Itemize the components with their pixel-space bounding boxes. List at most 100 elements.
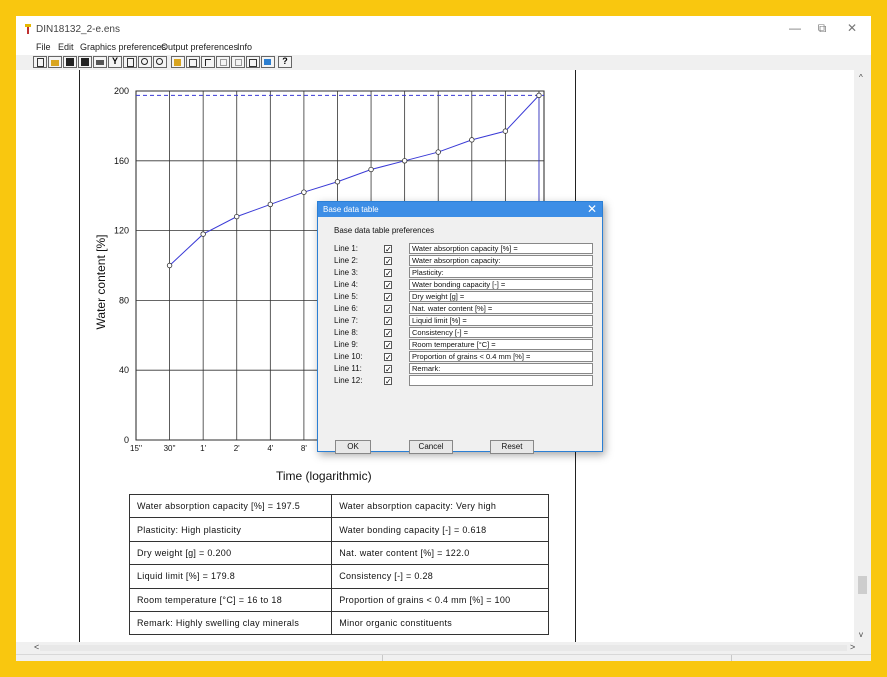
result-cell: Dry weight [g] = 0.200 <box>128 540 333 566</box>
dialog-line-row: Line 8: ✓ Consistency [-] = <box>318 327 602 338</box>
menu-bar: File Edit Graphics preferences Output pr… <box>16 42 871 55</box>
horizontal-scroll-thumb[interactable] <box>40 645 847 651</box>
line-checkbox[interactable]: ✓ <box>384 365 392 374</box>
dialog-line-row: Line 2: ✓ Water absorption capacity: <box>318 255 602 266</box>
menu-graphics-preferences[interactable]: Graphics preferences <box>80 42 166 52</box>
print-icon[interactable] <box>93 56 107 68</box>
line-checkbox[interactable]: ✓ <box>384 245 392 254</box>
fit-page-icon[interactable] <box>171 56 185 68</box>
dialog-line-row: Line 9: ✓ Room temperature [°C] = <box>318 339 602 350</box>
result-row: Liquid limit [%] = 179.8 Consistency [-] … <box>128 564 549 589</box>
line-checkbox[interactable]: ✓ <box>384 281 392 290</box>
line-label: Line 10: <box>334 352 363 361</box>
save-icon[interactable] <box>63 56 77 68</box>
reset-button[interactable]: Reset <box>490 440 534 454</box>
horizontal-scrollbar[interactable]: < > <box>16 642 871 654</box>
vertical-scrollbar[interactable]: ^ v <box>854 70 871 642</box>
line-label: Line 1: <box>334 244 359 253</box>
line-text-field[interactable]: Water absorption capacity: <box>409 255 593 266</box>
menu-output-preferences[interactable]: Output preferences <box>161 42 238 52</box>
results-table: Water absorption capacity [%] = 197.5 Wat… <box>128 493 549 636</box>
line-checkbox[interactable]: ✓ <box>384 269 392 278</box>
result-row: Room temperature [°C] = 16 to 18 Proporti… <box>128 587 549 612</box>
result-row: Dry weight [g] = 0.200 Nat. water content… <box>128 540 549 566</box>
line-checkbox[interactable]: ✓ <box>384 257 392 266</box>
line-checkbox[interactable]: ✓ <box>384 305 392 314</box>
line-text-field[interactable]: Remark: <box>409 363 593 374</box>
data-point <box>267 201 274 208</box>
data-point <box>334 179 341 185</box>
menu-edit[interactable]: Edit <box>58 42 74 52</box>
data-point <box>166 262 173 269</box>
pointer-icon[interactable] <box>201 56 215 68</box>
app-window: DIN18132_2-e.ens — ⧉ ✕ File Edit Graphic… <box>16 16 871 661</box>
open-folder-icon[interactable] <box>48 56 62 68</box>
line-text-field[interactable]: Nat. water content [%] = <box>409 303 593 314</box>
select-icon[interactable] <box>186 56 200 68</box>
restore-button[interactable]: ⧉ <box>812 21 832 36</box>
result-cell: Water bonding capacity [-] = 0.618 <box>331 517 549 542</box>
undo-icon[interactable] <box>216 56 230 68</box>
zoom-out-icon[interactable] <box>153 56 167 68</box>
copy-icon[interactable] <box>246 56 260 68</box>
data-point <box>301 189 307 195</box>
vertical-scroll-thumb[interactable] <box>858 576 867 594</box>
line-text-field[interactable]: Room temperature [°C] = <box>409 339 593 350</box>
dialog-close-icon[interactable]: ✕ <box>587 202 597 216</box>
line-checkbox[interactable]: ✓ <box>384 317 392 326</box>
base-data-table-dialog: Base data table ✕ Base data table prefer… <box>317 201 603 454</box>
y-axis-label: Water content [%] <box>94 234 108 330</box>
line-checkbox[interactable]: ✓ <box>384 377 392 386</box>
line-text-field[interactable]: Proportion of grains < 0.4 mm [%] = <box>409 351 593 362</box>
dialog-line-row: Line 10: ✓ Proportion of grains < 0.4 mm [… <box>318 351 602 362</box>
new-file-icon[interactable] <box>33 56 47 68</box>
scroll-down-icon[interactable]: v <box>859 630 863 639</box>
dialog-line-row: Line 3: ✓ Plasticity: <box>318 267 602 278</box>
line-label: Line 8: <box>334 328 359 337</box>
line-checkbox[interactable]: ✓ <box>384 329 392 338</box>
line-text-field[interactable]: Liquid limit [%] = <box>409 315 593 326</box>
export-icon[interactable] <box>261 56 275 68</box>
line-text-field[interactable]: Plasticity: <box>409 267 593 278</box>
page-preview-icon[interactable] <box>123 56 137 68</box>
scroll-left-icon[interactable]: < <box>34 642 39 652</box>
scroll-up-icon[interactable]: ^ <box>859 73 863 82</box>
save-as-icon[interactable] <box>78 56 92 68</box>
x-axis-label: Time (logarithmic) <box>276 469 372 483</box>
line-text-field[interactable]: Water absorption capacity [%] = <box>409 243 593 254</box>
zoom-in-icon[interactable] <box>138 56 152 68</box>
data-point <box>200 231 206 237</box>
redo-icon[interactable] <box>231 56 245 68</box>
ok-button[interactable]: OK <box>335 440 371 454</box>
dialog-line-row: Line 1: ✓ Water absorption capacity [%] = <box>318 243 602 254</box>
minimize-button[interactable]: — <box>785 21 805 35</box>
filter-icon[interactable]: Y <box>108 56 122 68</box>
close-button[interactable]: ✕ <box>842 21 862 35</box>
y-tick-label: 40 <box>119 365 129 375</box>
result-cell: Consistency [-] = 0.28 <box>331 564 549 589</box>
menu-file[interactable]: File <box>36 42 51 52</box>
toolbar: Y ? <box>16 55 871 71</box>
dialog-title: Base data table <box>323 205 379 214</box>
dialog-line-row: Line 5: ✓ Dry weight [g] = <box>318 291 602 302</box>
dialog-line-row: Line 6: ✓ Nat. water content [%] = <box>318 303 602 314</box>
line-text-field[interactable]: Consistency [-] = <box>409 327 593 338</box>
line-label: Line 4: <box>334 280 359 289</box>
result-row: Water absorption capacity [%] = 197.5 Wat… <box>128 493 549 519</box>
line-checkbox[interactable]: ✓ <box>384 353 392 362</box>
line-checkbox[interactable]: ✓ <box>384 293 392 302</box>
y-tick-label: 80 <box>119 295 129 305</box>
cancel-button[interactable]: Cancel <box>409 440 453 454</box>
line-text-field[interactable] <box>409 375 593 386</box>
line-label: Line 7: <box>334 316 359 325</box>
line-checkbox[interactable]: ✓ <box>384 341 392 350</box>
line-label: Line 6: <box>334 304 359 313</box>
scroll-right-icon[interactable]: > <box>850 642 855 652</box>
data-point <box>502 128 509 134</box>
data-point <box>469 137 475 143</box>
help-icon[interactable]: ? <box>278 56 292 68</box>
menu-info[interactable]: Info <box>237 42 252 52</box>
line-text-field[interactable]: Dry weight [g] = <box>409 291 593 302</box>
line-text-field[interactable]: Water bonding capacity [-] = <box>409 279 593 290</box>
status-separator <box>382 655 383 661</box>
